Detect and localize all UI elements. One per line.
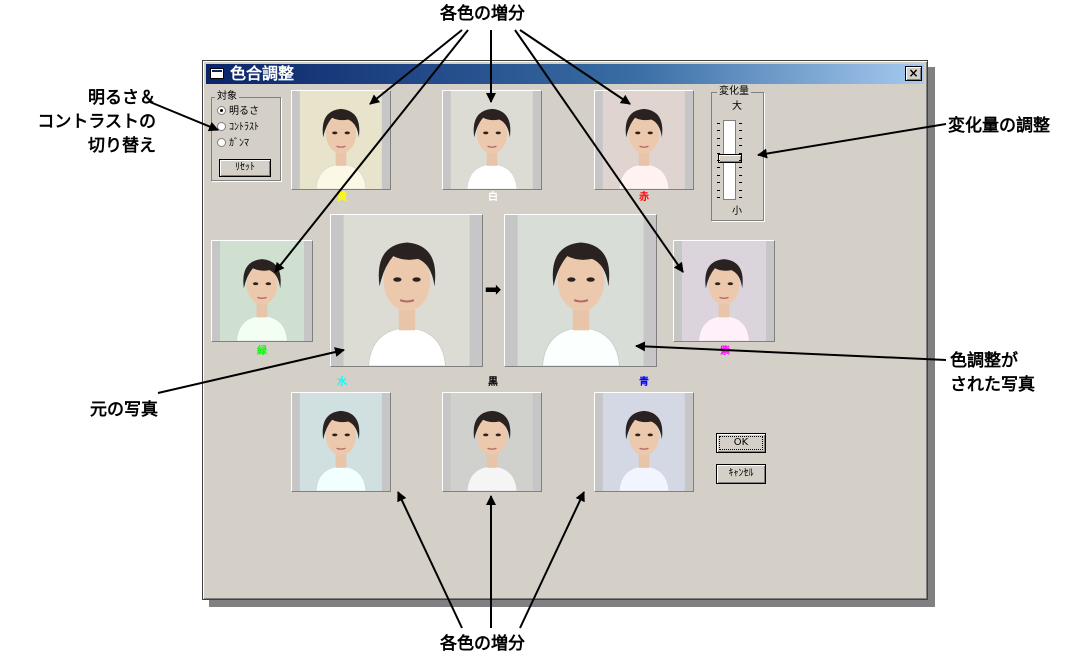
photo-adjusted [504,214,657,367]
slider-tick [739,182,742,184]
amount-max-label: 大 [730,101,744,113]
slider-tick [739,137,742,139]
slider-tick [717,182,720,184]
portrait-image [517,215,644,366]
label-cyan: 水 [337,377,347,388]
slider-tick [739,174,742,176]
photo-white[interactable] [442,90,542,190]
portrait-image [343,215,470,366]
radio-contrast[interactable]: ｺﾝﾄﾗｽﾄ [217,122,259,134]
slider-tick [717,130,720,132]
annotation-bottom-increments: 各色の増分 [440,634,525,654]
annotation-original-photo: 元の写真 [90,400,158,420]
photo-red[interactable] [594,90,694,190]
slider-tick [739,130,742,132]
photo-original [330,214,483,367]
dialog-title: 色合調整 [230,64,295,83]
annotation-brightness-contrast: 明るさ＆ コントラストの 切り替え [6,86,156,158]
annotation-brightness-line2: コントラストの [37,112,156,132]
radio-icon [217,138,226,147]
portrait-image [299,91,383,189]
portrait-image [602,393,686,491]
slider-tick [717,123,720,124]
radio-contrast-label: ｺﾝﾄﾗｽﾄ [229,122,259,133]
slider-tick [739,152,742,154]
slider-tick [739,160,742,161]
annotation-brightness-line1: 明るさ＆ [88,88,156,108]
slider-tick [739,123,742,124]
annotation-adjusted-line2: された写真 [950,375,1035,395]
photo-green[interactable] [211,240,313,342]
label-yellow: 黄 [337,192,347,203]
slider-tick [717,174,720,176]
radio-selected-icon [217,106,226,115]
slider-tick [739,145,742,147]
radio-gamma-label: ｶﾞﾝﾏ [229,138,249,149]
photo-cyan[interactable] [291,392,391,492]
radio-brightness-label: 明るさ [229,106,259,117]
cancel-button[interactable]: ｷｬﾝｾﾙ [716,464,766,484]
color-adjust-dialog: 色合調整 × 対象 明るさ ｺﾝﾄﾗｽﾄ ｶﾞﾝﾏ ﾘｾｯﾄ 変化量 大 小 黄… [202,60,928,600]
portrait-image [602,91,686,189]
annotation-adjusted-line1: 色調整が [950,351,1018,371]
reset-button[interactable]: ﾘｾｯﾄ [219,159,271,177]
close-button[interactable]: × [905,66,922,81]
amount-min-label: 小 [730,206,744,218]
apply-arrow-icon: ➡ [484,277,502,301]
slider-tick [717,137,720,139]
photo-yellow[interactable] [291,90,391,190]
label-blue: 青 [639,377,649,388]
radio-brightness[interactable]: 明るさ [217,106,259,118]
portrait-image [450,91,534,189]
window-icon [210,68,224,79]
portrait-image [682,241,766,341]
photo-blue[interactable] [594,392,694,492]
slider-tick [717,167,720,169]
portrait-image [450,393,534,491]
label-green: 緑 [257,346,267,357]
radio-gamma[interactable]: ｶﾞﾝﾏ [217,138,249,150]
annotation-brightness-line3: 切り替え [88,136,156,156]
label-white: 白 [488,192,498,203]
photo-purple[interactable] [673,240,775,342]
label-purple: 紫 [720,346,730,357]
radio-icon [217,122,226,131]
portrait-image [220,241,304,341]
slider-tick [717,152,720,154]
slider-tick [739,189,742,191]
photo-black[interactable] [442,392,542,492]
ok-button[interactable]: OK [716,433,766,453]
annotation-amount-adjust: 変化量の調整 [948,116,1050,136]
annotation-top-increments: 各色の増分 [440,4,525,24]
slider-tick [717,189,720,191]
target-group-title: 対象 [215,91,239,103]
slider-tick [717,160,720,161]
label-black: 黒 [488,377,498,388]
slider-tick [739,197,742,198]
amount-slider-thumb[interactable] [718,154,742,163]
annotation-adjusted-photo: 色調整が された写真 [950,349,1035,397]
amount-group-title: 変化量 [717,86,751,98]
slider-tick [739,167,742,169]
title-bar[interactable]: 色合調整 × [206,64,924,84]
slider-tick [717,197,720,198]
label-red: 赤 [639,192,649,203]
slider-tick [717,145,720,147]
portrait-image [299,393,383,491]
